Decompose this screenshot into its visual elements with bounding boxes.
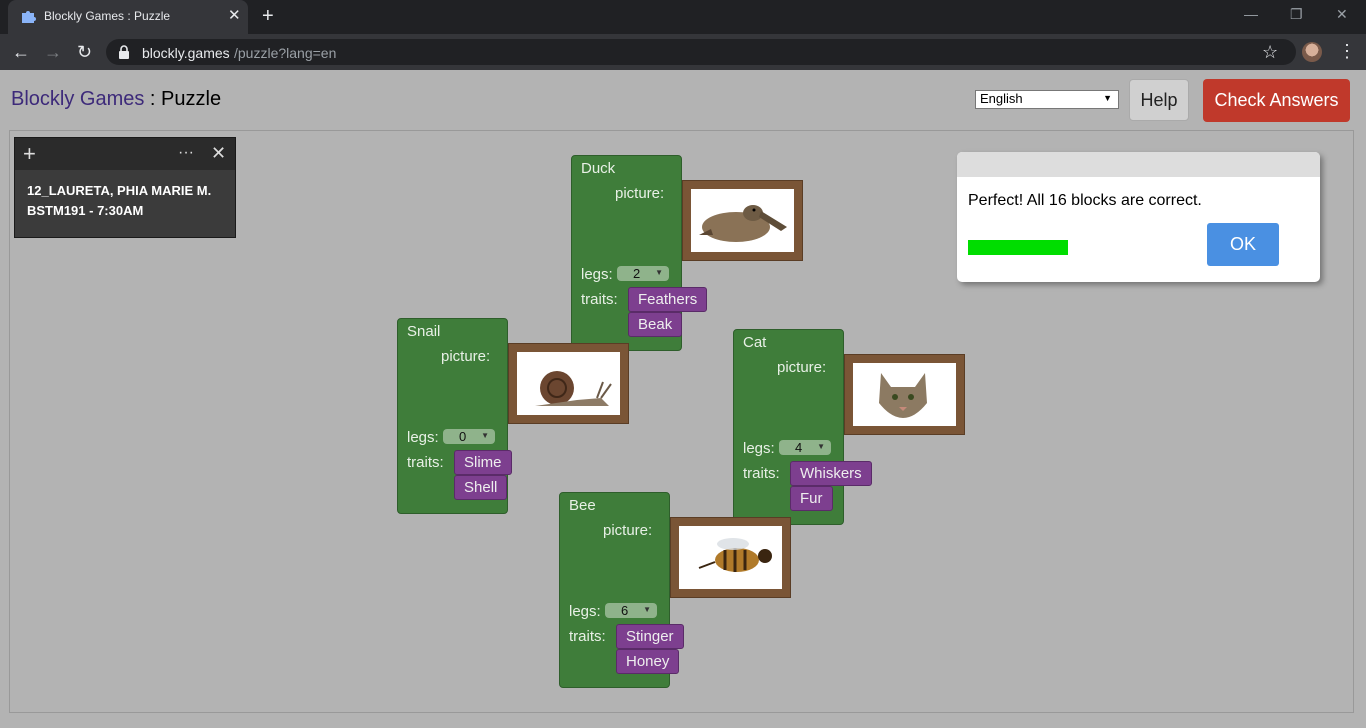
trait-block[interactable]: Slime: [454, 450, 512, 475]
puzzle-title: Puzzle: [161, 88, 222, 110]
legs-value: 2: [633, 266, 641, 281]
trait-block[interactable]: Stinger: [616, 624, 684, 649]
blockly-games-link[interactable]: Blockly Games: [11, 88, 144, 110]
trait-block[interactable]: Feathers: [628, 287, 708, 312]
url-host: blockly.games: [142, 45, 230, 61]
forward-icon[interactable]: →: [44, 42, 62, 62]
trait-block[interactable]: Beak: [628, 312, 683, 337]
page-title: Blockly Games : Puzzle: [11, 88, 221, 111]
legs-value: 6: [621, 603, 629, 618]
url-path: /puzzle?lang=en: [234, 45, 337, 61]
new-tab-icon[interactable]: +: [262, 6, 274, 26]
legs-value: 0: [459, 429, 467, 444]
bee-image: [679, 526, 782, 589]
legs-dropdown[interactable]: 0 ▼: [443, 429, 495, 444]
duck-picture-block[interactable]: [682, 180, 803, 261]
trait-block[interactable]: Honey: [616, 649, 680, 674]
legs-dropdown[interactable]: 6 ▼: [605, 603, 657, 618]
legs-dropdown[interactable]: 4 ▼: [779, 440, 831, 455]
minimize-icon[interactable]: —: [1244, 6, 1258, 22]
result-dialog: Perfect! All 16 blocks are correct. OK: [957, 152, 1320, 282]
more-options-icon[interactable]: ···: [178, 144, 194, 162]
picture-label: picture:: [615, 185, 665, 202]
animal-name: Bee: [569, 497, 596, 514]
browser-menu-icon[interactable]: ⋮: [1338, 40, 1356, 62]
restore-icon[interactable]: ❐: [1290, 6, 1303, 23]
snail-image: [517, 352, 620, 415]
language-select[interactable]: English ▼: [975, 90, 1119, 109]
legs-label: legs:: [407, 429, 439, 446]
legs-label: legs:: [581, 266, 613, 283]
picture-label: picture:: [777, 359, 827, 376]
profile-avatar[interactable]: [1302, 42, 1322, 62]
traits-label: traits:: [407, 454, 444, 471]
back-icon[interactable]: ←: [12, 42, 30, 62]
close-note-icon[interactable]: ✕: [211, 144, 226, 162]
legs-label: legs:: [569, 603, 601, 620]
help-button[interactable]: Help: [1129, 79, 1189, 121]
cat-picture-block[interactable]: [844, 354, 965, 435]
sticky-note-header: + ··· ✕: [15, 138, 235, 170]
progress-bar: [968, 240, 1068, 255]
dropdown-arrow-icon: ▼: [1103, 93, 1112, 103]
dropdown-arrow-icon: ▼: [655, 268, 663, 277]
puzzle-favicon-icon: [22, 11, 36, 23]
dropdown-arrow-icon: ▼: [817, 442, 825, 451]
trait-block[interactable]: Shell: [454, 475, 508, 500]
legs-label: legs:: [743, 440, 775, 457]
bookmark-star-icon[interactable]: ☆: [1262, 42, 1278, 63]
note-line-1: 12_LAURETA, PHIA MARIE M.: [27, 183, 212, 198]
tab-title: Blockly Games : Puzzle: [44, 9, 171, 23]
trait-block[interactable]: Fur: [790, 486, 833, 511]
bee-picture-block[interactable]: [670, 517, 791, 598]
lock-icon: [119, 45, 129, 59]
animal-name: Duck: [581, 160, 616, 177]
ok-button[interactable]: OK: [1207, 223, 1279, 266]
picture-label: picture:: [441, 348, 491, 365]
trait-block[interactable]: Whiskers: [790, 461, 872, 486]
reload-icon[interactable]: ↻: [77, 42, 92, 62]
animal-name: Snail: [407, 323, 441, 340]
title-separator: :: [144, 88, 162, 110]
dropdown-arrow-icon: ▼: [643, 605, 651, 614]
check-answers-button[interactable]: Check Answers: [1203, 79, 1350, 122]
picture-label: picture:: [603, 522, 653, 539]
dialog-header: [957, 152, 1320, 177]
animal-name: Cat: [743, 334, 767, 351]
cat-image: [853, 363, 956, 426]
legs-value: 4: [795, 440, 803, 455]
traits-label: traits:: [743, 465, 780, 482]
language-value: English: [980, 91, 1023, 106]
window-close-icon[interactable]: ✕: [1336, 6, 1348, 23]
tab-close-icon[interactable]: ✕: [228, 8, 241, 24]
traits-label: traits:: [581, 291, 618, 308]
note-line-2: BSTM191 - 7:30AM: [27, 203, 144, 218]
snail-picture-block[interactable]: [508, 343, 629, 424]
duck-image: [691, 189, 794, 252]
add-note-icon[interactable]: +: [23, 143, 36, 165]
dialog-message: Perfect! All 16 blocks are correct.: [968, 192, 1202, 209]
traits-label: traits:: [569, 628, 606, 645]
sticky-note[interactable]: + ··· ✕ 12_LAURETA, PHIA MARIE M. BSTM19…: [14, 137, 236, 238]
dropdown-arrow-icon: ▼: [481, 431, 489, 440]
browser-tab[interactable]: Blockly Games : Puzzle ✕: [8, 0, 248, 34]
legs-dropdown[interactable]: 2 ▼: [617, 266, 669, 281]
